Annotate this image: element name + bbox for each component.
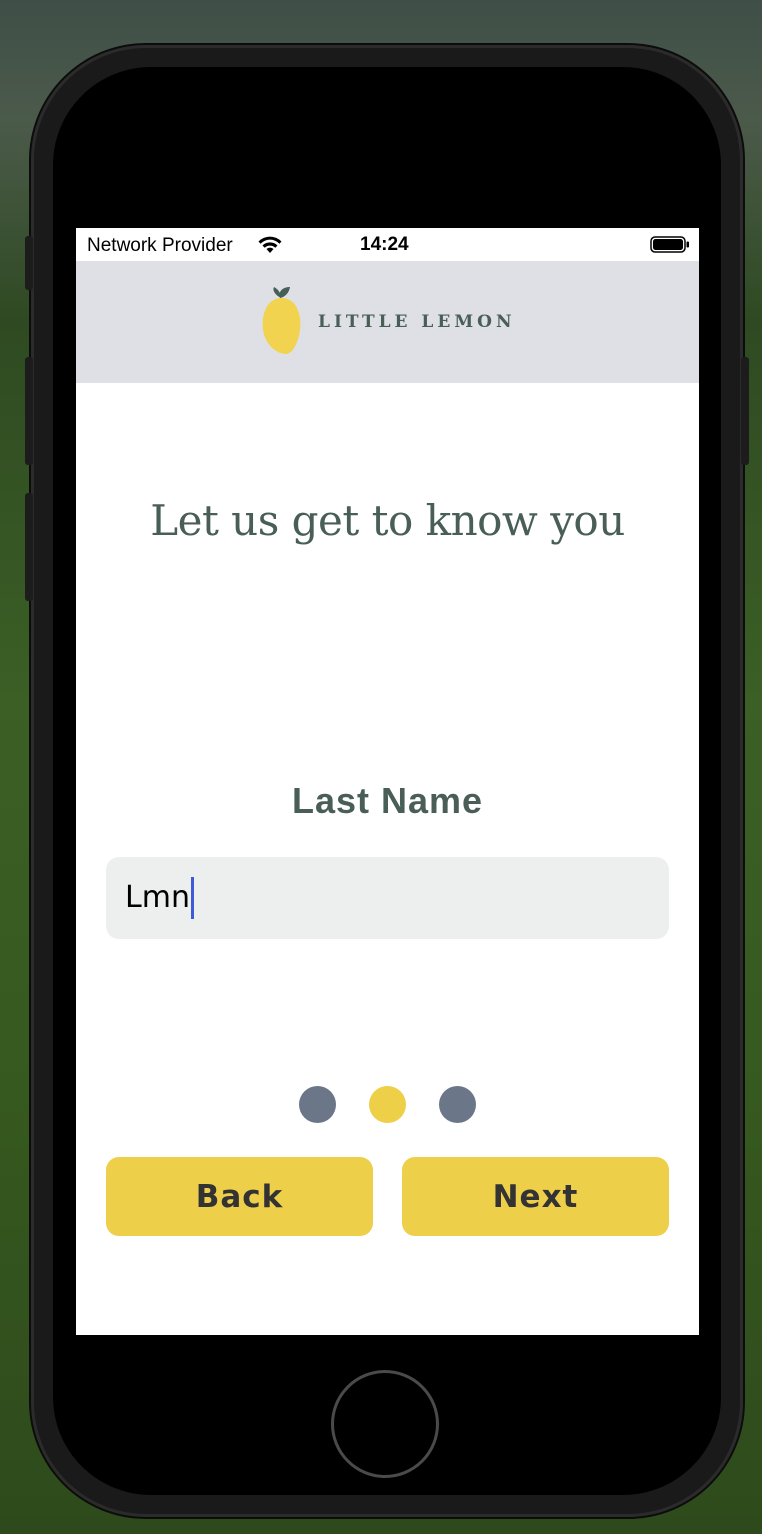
volume-down-button — [25, 493, 33, 601]
brand-name: LITTLE LEMON — [318, 312, 516, 332]
wifi-icon — [258, 236, 282, 253]
home-button[interactable] — [331, 1370, 439, 1478]
power-button — [741, 357, 749, 465]
status-time: 14:24 — [360, 234, 409, 255]
last-name-label: Last Name — [291, 780, 484, 821]
mute-switch — [25, 236, 33, 290]
lemon-icon — [262, 287, 301, 354]
volume-up-button — [25, 357, 33, 465]
last-name-field[interactable]: Lmn — [106, 857, 669, 939]
back-button[interactable]: Back — [106, 1157, 373, 1236]
page-indicator-dot-2-active — [369, 1086, 406, 1123]
app-screen: Network Provider 14:24 LITTLE LEMON Let … — [76, 228, 699, 1335]
text-caret — [191, 877, 194, 919]
status-bar: Network Provider 14:24 — [76, 228, 699, 261]
battery-full-icon — [650, 236, 689, 253]
last-name-value: Lmn — [125, 880, 190, 915]
page-indicator-dot-3 — [439, 1086, 476, 1123]
carrier-name: Network Provider — [87, 235, 233, 256]
app-header: LITTLE LEMON — [76, 261, 699, 383]
page-title: Let us get to know you — [150, 496, 625, 545]
page-indicator-dot-1 — [299, 1086, 336, 1123]
next-button[interactable]: Next — [402, 1157, 669, 1236]
